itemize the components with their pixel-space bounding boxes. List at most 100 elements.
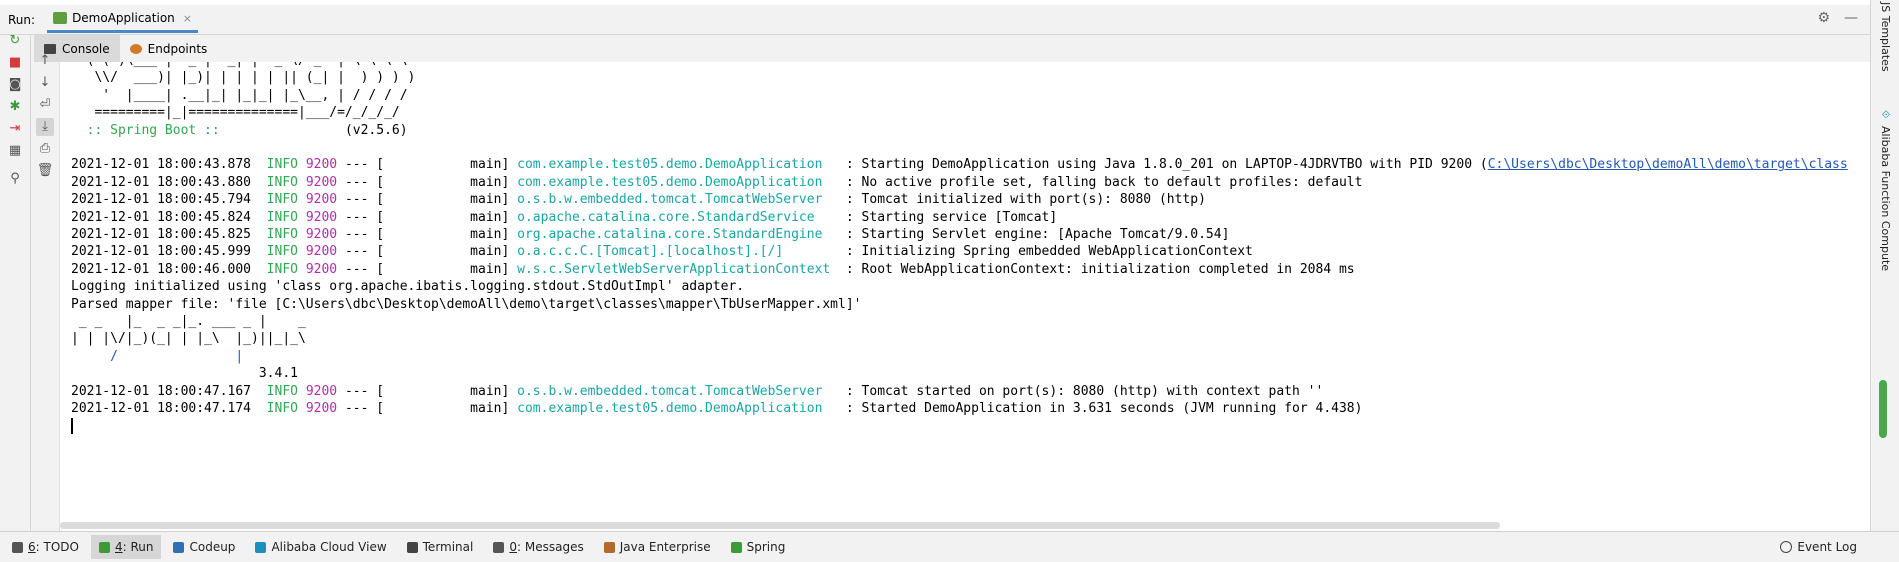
close-icon[interactable]: × [183, 12, 192, 25]
vertical-scrollbar[interactable] [1879, 380, 1887, 438]
alibaba-function-compute-tab[interactable]: Alibaba Function Compute [1879, 126, 1892, 271]
log-level: INFO [266, 227, 298, 242]
js-templates-tab[interactable]: JS Templates [1879, 2, 1892, 72]
console-line: 2021-12-01 18:00:43.880 INFO 9200 --- [ … [71, 174, 1362, 191]
log-logger: o.a.c.c.C.[Tomcat].[localhost].[/] [517, 244, 839, 260]
stop-icon[interactable]: ■ [7, 55, 23, 71]
console-line: :: Spring Boot :: (v2.5.6) [71, 122, 408, 139]
camera-icon[interactable]: ◙ [7, 77, 23, 93]
log-timestamp: 2021-12-01 18:00:45.794 [71, 192, 252, 208]
log-pid: 9200 [305, 227, 338, 242]
console-toolbar: ↑ ↓ ⏎ ⤓ ⎙ 🗑 [31, 53, 60, 531]
minimize-icon[interactable]: — [1844, 10, 1858, 26]
toolwindow-spring-button[interactable]: Spring [723, 535, 794, 559]
todo-icon [12, 541, 23, 553]
toolwindow-todo-button[interactable]: 6: TODO [4, 535, 87, 559]
log-separator: --- [ [337, 209, 385, 225]
log-pid: 9200 [305, 209, 338, 225]
tab-endpoints[interactable]: Endpoints [120, 35, 218, 62]
log-separator: --- [ [337, 244, 385, 260]
log-level: INFO [266, 192, 298, 208]
log-logger: o.apache.catalina.core.StandardService [517, 209, 839, 225]
log-message: : Starting DemoApplication using Java 1.… [838, 157, 1488, 173]
print-icon[interactable]: ⎙ [36, 140, 54, 158]
log-separator: --- [ [337, 383, 385, 399]
log-message: : Tomcat started on port(s): 8080 (http)… [838, 383, 1324, 399]
log-thread: main] [384, 244, 510, 260]
spring-boot-label: :: Spring Boot :: [71, 122, 220, 138]
log-thread: main] [384, 157, 510, 173]
console-line: Parsed mapper file: 'file [C:\Users\dbc\… [71, 296, 862, 313]
log-pid: 9200 [305, 174, 338, 190]
run-config-tab[interactable]: DemoApplication × [47, 6, 198, 33]
log-pid: 9200 [305, 261, 338, 277]
debug-icon[interactable]: ✱ [7, 99, 23, 115]
log-thread: main] [384, 209, 510, 225]
log-level: INFO [266, 244, 298, 260]
log-message: : Initializing Spring embedded WebApplic… [838, 244, 1253, 260]
console-line: 2021-12-01 18:00:45.824 INFO 9200 --- [ … [71, 209, 1057, 226]
toolwindow-label: Terminal [422, 540, 474, 554]
log-separator: --- [ [337, 227, 385, 242]
console-line: / | [71, 348, 243, 365]
log-separator: --- [ [337, 174, 385, 190]
event-log-button[interactable]: Event Log [1772, 535, 1865, 559]
banner-line: =========|_|==============|___/=/_/_/_/ [71, 105, 400, 121]
banner-line: ' |____| .__|_| |_|_| |_\__, | / / / / [71, 87, 408, 103]
arrow-up-icon[interactable]: ↑ [36, 52, 54, 70]
log-timestamp: 2021-12-01 18:00:45.825 [71, 227, 252, 242]
soft-wrap-icon[interactable]: ⏎ [36, 96, 54, 114]
exit-icon[interactable]: ⇥ [7, 121, 23, 137]
toolwindow-codeup-button[interactable]: Codeup [165, 535, 243, 559]
trash-icon[interactable]: 🗑 [36, 162, 54, 180]
log-message: : No active profile set, falling back to… [838, 174, 1363, 190]
console-line: Logging initialized using 'class org.apa… [71, 278, 744, 295]
log-message: : Started DemoApplication in 3.631 secon… [838, 401, 1363, 416]
console-line: | | |\/|_)(_| | |_\ |_)||_|_\ [71, 330, 306, 347]
log-timestamp: 2021-12-01 18:00:45.999 [71, 244, 252, 260]
console-line: ' |____| .__|_| |_|_| |_\__, | / / / / [71, 87, 408, 104]
gear-icon[interactable]: ⚙ [1817, 10, 1830, 26]
toolwindow-java-enterprise-button[interactable]: Java Enterprise [596, 535, 719, 559]
log-message: : Tomcat initialized with port(s): 8080 … [838, 192, 1206, 208]
shortcut-number: 0 [509, 540, 517, 554]
log-message: : Starting service [Tomcat] [838, 209, 1058, 225]
log-level: INFO [266, 401, 298, 416]
log-path-link[interactable]: C:\Users\dbc\Desktop\demoAll\demo\target… [1488, 157, 1848, 172]
console-output[interactable]: ( ( )\___ | '_ | '_| | '_ \/ _` | \ \ \ … [60, 62, 1870, 531]
mybatis-banner-line: 3.4.1 [71, 366, 298, 382]
right-tool-strip: JS Templates ⟐ Alibaba Function Compute [1870, 0, 1899, 561]
toolwindow-alibaba-cloud-view-button[interactable]: Alibaba Cloud View [247, 535, 394, 559]
log-pid: 9200 [305, 383, 338, 399]
log-separator: --- [ [337, 157, 385, 173]
toolwindow-messages-button[interactable]: 0: Messages [485, 535, 591, 559]
toolwindow-run-button[interactable]: 4: Run [90, 535, 162, 559]
run-tool-window-header: Run: DemoApplication × ⚙ — [0, 5, 1870, 35]
mybatis-banner-line: / | [71, 348, 244, 364]
horizontal-scrollbar[interactable] [60, 522, 1500, 529]
codeup-icon [173, 541, 185, 553]
log-thread: main] [384, 261, 510, 277]
run-config-tab-label: DemoApplication [72, 11, 175, 25]
log-message: : Root WebApplicationContext: initializa… [838, 261, 1355, 277]
pin-icon[interactable]: ⚲ [7, 171, 23, 187]
run-left-toolbar: ↻ ■ ◙ ✱ ⇥ ▦ ⚲ [0, 33, 31, 531]
console-text: Parsed mapper file: 'file [C:\Users\dbc\… [71, 296, 862, 312]
console-line: =========|_|==============|___/=/_/_/_/ [71, 104, 400, 121]
scroll-to-end-icon[interactable]: ⤓ [36, 118, 54, 136]
console-line: 2021-12-01 18:00:45.825 INFO 9200 --- [ … [71, 226, 1229, 243]
shortcut-number: 6 [28, 540, 36, 554]
console-text: Logging initialized using 'class org.apa… [71, 279, 745, 295]
event-log-icon [1780, 541, 1793, 553]
log-pid: 9200 [305, 192, 338, 208]
arrow-down-icon[interactable]: ↓ [36, 74, 54, 92]
log-thread: main] [384, 174, 510, 190]
log-thread: main] [384, 192, 510, 208]
event-log-label: Event Log [1797, 540, 1857, 554]
console-line: 2021-12-01 18:00:47.167 INFO 9200 --- [ … [71, 383, 1323, 400]
layout-icon[interactable]: ▦ [7, 143, 23, 159]
toolwindow-terminal-button[interactable]: Terminal [399, 535, 482, 559]
rerun-icon[interactable]: ↻ [7, 33, 23, 49]
log-level: INFO [266, 261, 298, 277]
log-timestamp: 2021-12-01 18:00:45.824 [71, 209, 252, 225]
